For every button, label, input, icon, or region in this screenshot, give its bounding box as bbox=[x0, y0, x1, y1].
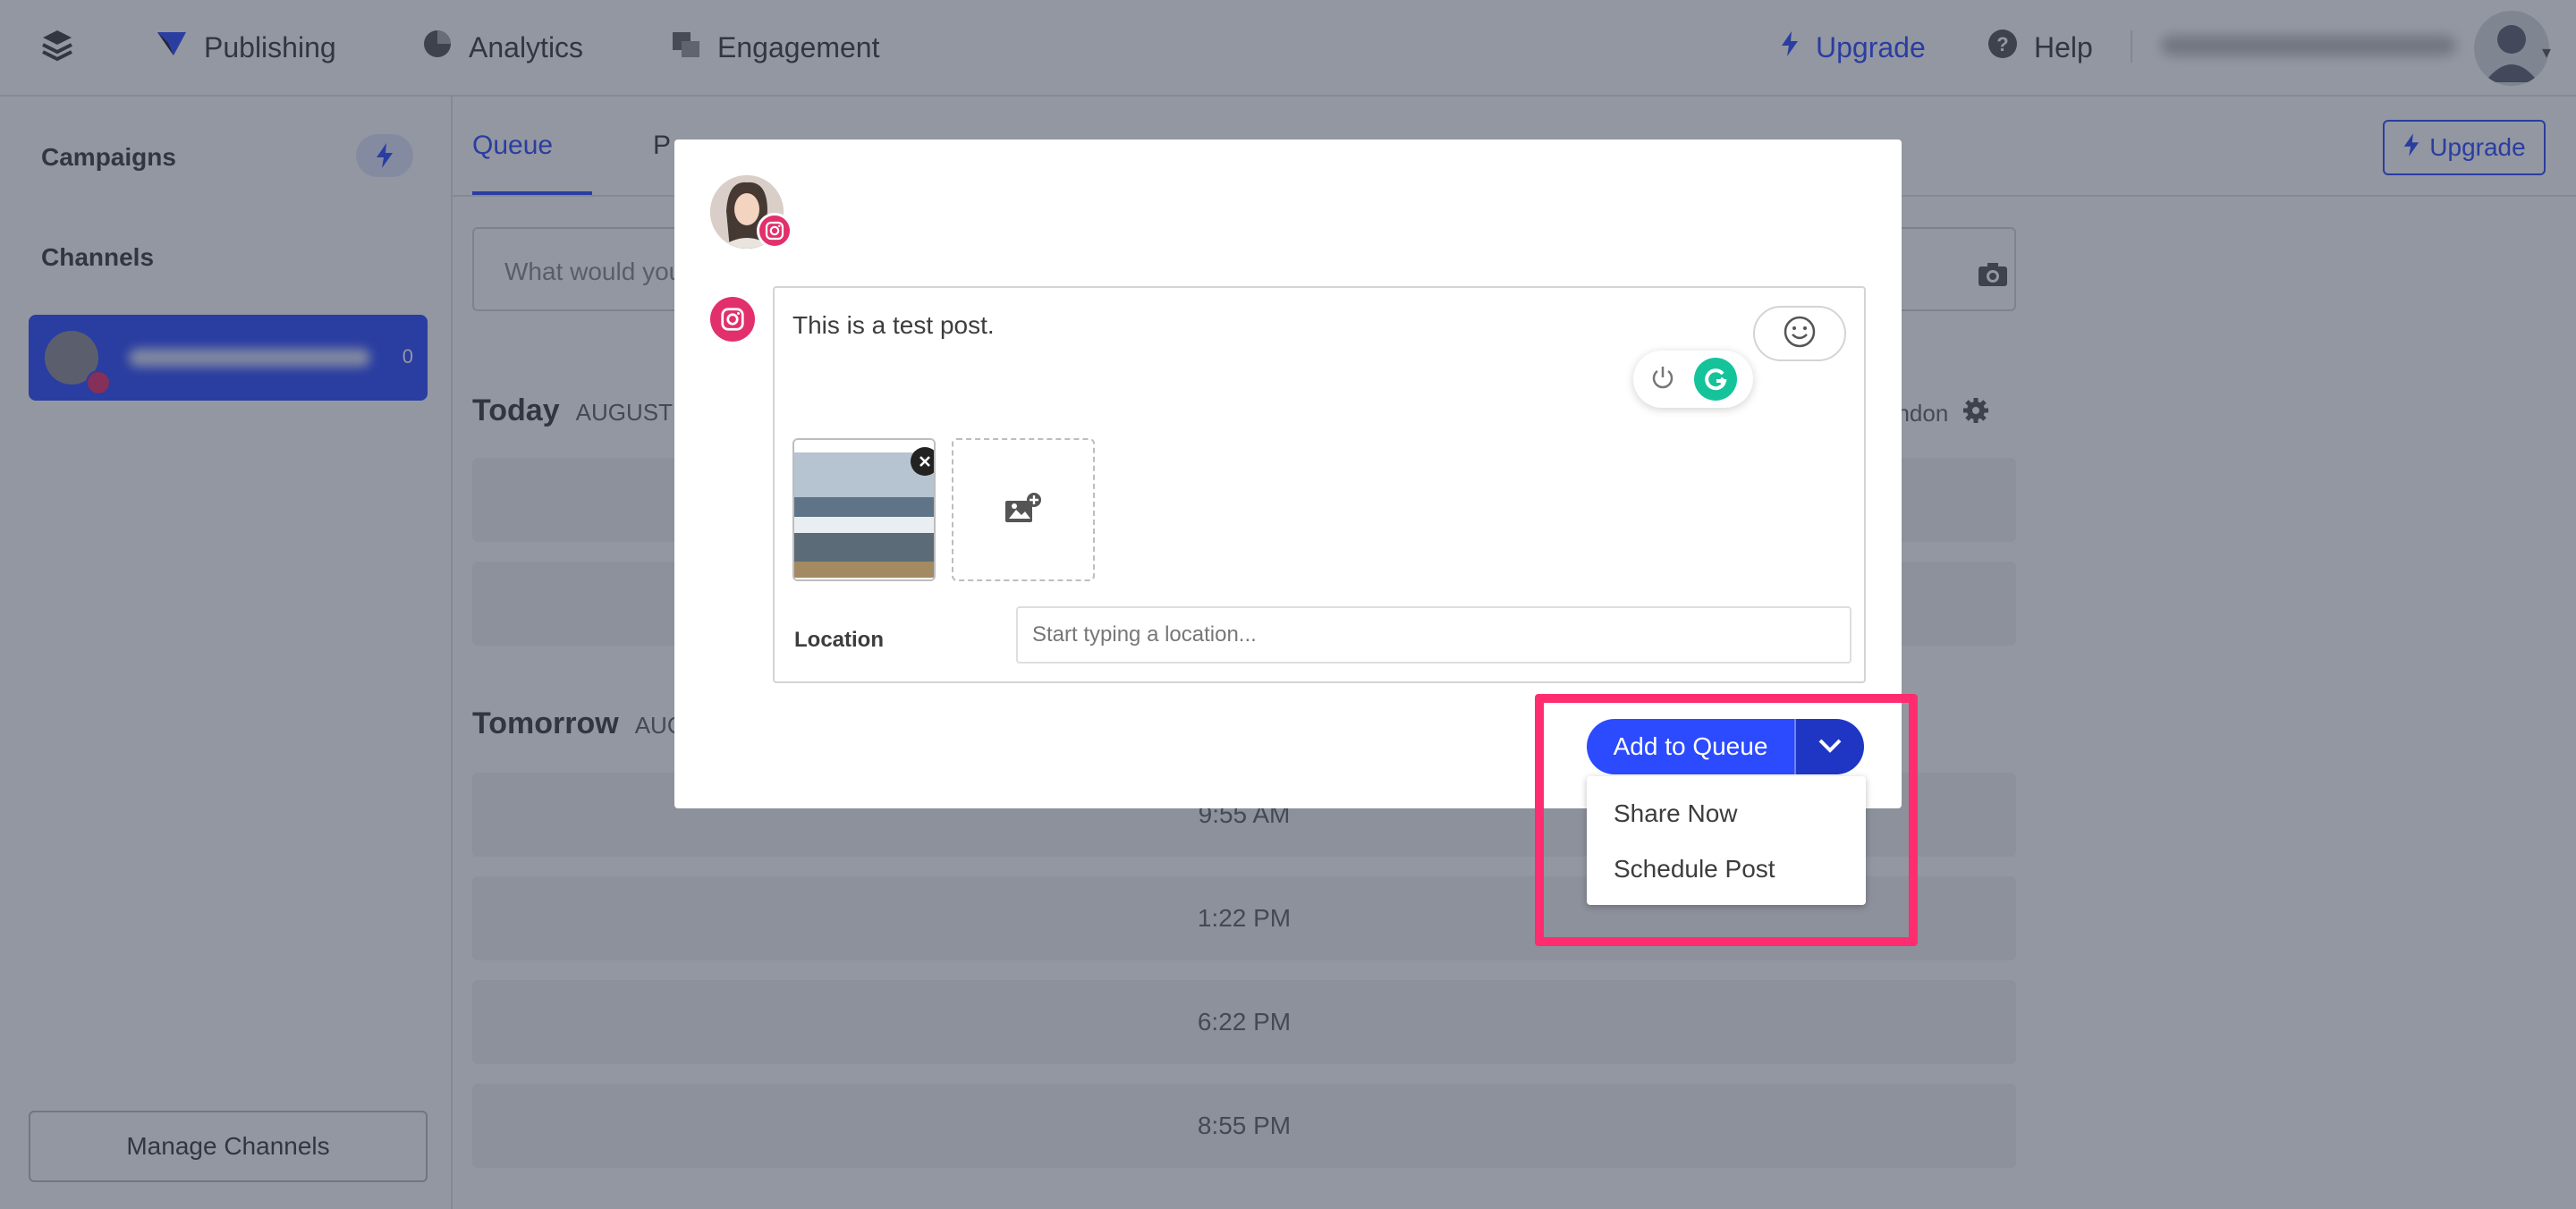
grammarly-widget[interactable] bbox=[1633, 351, 1753, 408]
remove-media-close-icon[interactable] bbox=[911, 447, 934, 476]
instagram-icon bbox=[710, 297, 755, 342]
app-root: Publishing Analytics Engagement Upgrade … bbox=[0, 0, 2576, 1209]
instagram-badge-icon bbox=[757, 213, 792, 249]
add-image-icon bbox=[1004, 492, 1043, 528]
add-media-button[interactable] bbox=[952, 438, 1095, 581]
emoji-button[interactable] bbox=[1753, 306, 1846, 361]
media-thumbnail[interactable] bbox=[792, 438, 936, 581]
power-icon[interactable] bbox=[1649, 364, 1676, 395]
grammarly-icon[interactable] bbox=[1694, 358, 1737, 401]
location-input[interactable] bbox=[1016, 606, 1852, 664]
post-text[interactable]: This is a test post. bbox=[792, 311, 995, 340]
annotation-highlight-box bbox=[1535, 694, 1918, 946]
smiley-icon bbox=[1783, 315, 1817, 353]
post-editor[interactable]: This is a test post. Location Start typi… bbox=[773, 286, 1866, 683]
location-label: Location bbox=[794, 628, 884, 652]
